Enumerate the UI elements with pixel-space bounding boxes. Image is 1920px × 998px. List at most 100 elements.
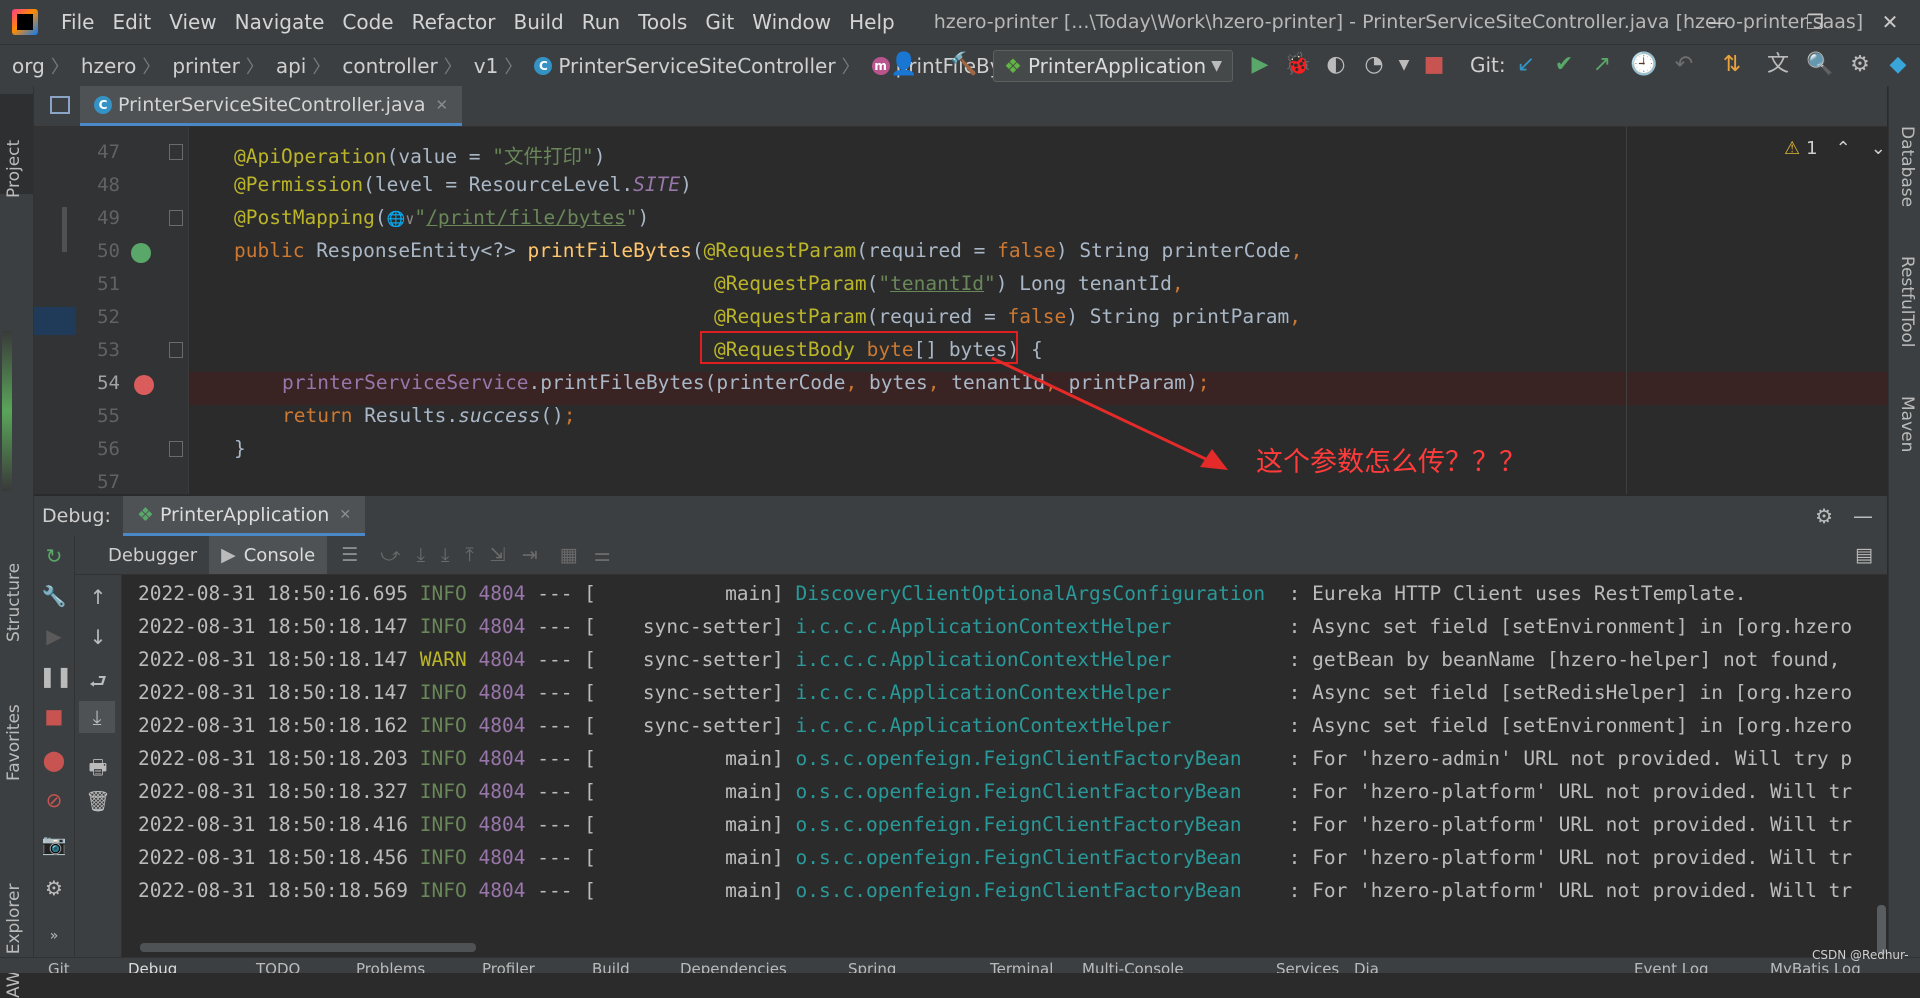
code-url-link[interactable]: /print/file/bytes bbox=[426, 206, 626, 229]
bottom-tab-event-log[interactable]: Event Log bbox=[1634, 960, 1709, 973]
console-vertical-scrollbar[interactable] bbox=[1876, 575, 1888, 957]
run-configuration-select[interactable]: ❖ PrinterApplication ▼ bbox=[993, 50, 1233, 82]
mute-breakpoints-icon[interactable]: ⊘ bbox=[39, 788, 69, 812]
hide-panel-icon[interactable]: — bbox=[1853, 504, 1873, 528]
menu-build[interactable]: Build bbox=[505, 10, 573, 34]
globe-dropdown-icon[interactable]: 🌐∨ bbox=[387, 210, 415, 228]
close-tab-icon[interactable]: ✕ bbox=[339, 507, 351, 523]
tab-console[interactable]: ▶ Console bbox=[209, 536, 328, 574]
fold-icon[interactable] bbox=[169, 144, 183, 160]
fold-icon[interactable] bbox=[169, 342, 183, 358]
history-icon[interactable]: 🕘 bbox=[1630, 52, 1658, 78]
search-icon[interactable]: 🔍 bbox=[1806, 52, 1834, 78]
debug-session-tab[interactable]: ❖ PrinterApplication ✕ bbox=[122, 496, 366, 536]
rollback-icon[interactable]: ↶ bbox=[1670, 52, 1698, 78]
aws-explorer-tool-tab[interactable]: AWS Explorer bbox=[4, 884, 24, 998]
structure-tool-tab[interactable]: Structure bbox=[4, 563, 24, 642]
debug-icon[interactable]: 🐞 bbox=[1284, 52, 1312, 78]
step-over-icon[interactable]: ⤓ bbox=[417, 544, 425, 566]
menu-navigate[interactable]: Navigate bbox=[226, 10, 334, 34]
tab-printer-service-site-controller[interactable]: C PrinterServiceSiteController.java ✕ bbox=[80, 86, 463, 126]
favorites-tool-tab[interactable]: Favorites bbox=[4, 704, 24, 781]
bottom-tab-terminal[interactable]: Terminal bbox=[990, 960, 1053, 973]
menu-window[interactable]: Window bbox=[743, 10, 840, 34]
resume-icon[interactable]: ▶ bbox=[39, 624, 69, 648]
view-breakpoints-icon[interactable]: ⬤ bbox=[39, 748, 69, 772]
fold-icon[interactable] bbox=[169, 210, 183, 226]
scroll-to-end-icon[interactable]: ⤓ bbox=[79, 701, 115, 733]
menu-file[interactable]: File bbox=[52, 10, 103, 34]
console-horizontal-scroll-thumb[interactable] bbox=[140, 943, 476, 952]
pause-icon[interactable]: ❚❚ bbox=[39, 664, 73, 688]
breadcrumb-controller[interactable]: controller bbox=[332, 54, 441, 78]
trace-icon[interactable]: ⚌ bbox=[594, 544, 611, 566]
minimize-icon[interactable]: — bbox=[1690, 0, 1746, 44]
bottom-tab-build[interactable]: Build bbox=[592, 960, 630, 973]
menu-refactor[interactable]: Refactor bbox=[403, 10, 505, 34]
endpoint-gutter-icon[interactable] bbox=[131, 243, 151, 263]
run-to-cursor-icon[interactable]: ⇥ bbox=[522, 544, 538, 566]
menu-help[interactable]: Help bbox=[840, 10, 904, 34]
restful-tool-tab[interactable]: RestfulTool bbox=[1897, 256, 1917, 348]
bottom-tab-dependencies[interactable]: Dependencies bbox=[680, 960, 787, 973]
plugin-icon[interactable]: ◆ bbox=[1884, 52, 1912, 78]
bottom-tab-debug[interactable]: Debug bbox=[128, 960, 177, 973]
maven-tool-tab[interactable]: Maven bbox=[1897, 396, 1917, 452]
build-hammer-icon[interactable]: 🔨 bbox=[950, 52, 978, 78]
soft-wrap-icon[interactable]: ⮐ bbox=[83, 667, 113, 701]
modify-config-icon[interactable]: 🔧 bbox=[39, 584, 69, 608]
menu-edit[interactable]: Edit bbox=[103, 10, 160, 34]
profiler-icon[interactable]: ◔ bbox=[1360, 52, 1388, 78]
clear-console-icon[interactable]: 🗑 bbox=[83, 789, 113, 813]
layout-settings-icon[interactable]: ▤ bbox=[1855, 544, 1873, 566]
fold-icon[interactable] bbox=[169, 441, 183, 457]
vcs-operations-icon[interactable]: ⇅ bbox=[1718, 52, 1746, 78]
menu-code[interactable]: Code bbox=[333, 10, 402, 34]
inspection-widget[interactable]: ⚠ 1 ⌃ ⌄ bbox=[1784, 138, 1886, 159]
bottom-tab-profiler[interactable]: Profiler bbox=[482, 960, 535, 973]
breadcrumb-v1[interactable]: v1 bbox=[464, 54, 503, 78]
bottom-tab-todo[interactable]: TODO bbox=[256, 960, 300, 973]
bottom-tab-dia[interactable]: Dia bbox=[1354, 960, 1379, 973]
menu-tools[interactable]: Tools bbox=[629, 10, 696, 34]
menu-view[interactable]: View bbox=[160, 10, 225, 34]
breadcrumb-printer[interactable]: printer bbox=[162, 54, 244, 78]
project-tool-tab[interactable]: Project bbox=[4, 140, 24, 198]
git-commit-icon[interactable]: ✔ bbox=[1550, 52, 1578, 78]
breakpoint-icon[interactable] bbox=[134, 375, 154, 395]
breadcrumb-hzero[interactable]: hzero bbox=[71, 54, 141, 78]
close-window-icon[interactable]: ✕ bbox=[1862, 0, 1918, 44]
bottom-tab-spring[interactable]: Spring bbox=[848, 960, 896, 973]
drop-frame-icon[interactable]: ⇲ bbox=[490, 544, 506, 566]
breadcrumb-class[interactable]: C PrinterServiceSiteController bbox=[524, 54, 839, 78]
stop-icon[interactable]: ■ bbox=[39, 704, 69, 728]
settings-gear-icon[interactable]: ⚙ bbox=[1846, 52, 1874, 78]
layout-menu-icon[interactable]: ☰ bbox=[341, 544, 358, 566]
step-into-icon[interactable]: ⤓ bbox=[441, 544, 449, 566]
git-push-icon[interactable]: ↗ bbox=[1588, 52, 1616, 78]
close-tab-icon[interactable]: ✕ bbox=[435, 96, 448, 114]
bottom-tab-git[interactable]: Git bbox=[48, 960, 70, 973]
tab-debugger[interactable]: Debugger bbox=[96, 545, 209, 566]
breadcrumb-api[interactable]: api bbox=[266, 54, 311, 78]
git-update-icon[interactable]: ↙ bbox=[1512, 52, 1540, 78]
run-icon[interactable]: ▶ bbox=[1246, 52, 1274, 78]
bottom-tab-problems[interactable]: Problems bbox=[356, 960, 425, 973]
camera-icon[interactable]: 📷 bbox=[39, 832, 69, 856]
stop-icon[interactable]: ■ bbox=[1420, 52, 1448, 78]
rerun-icon[interactable]: ↻ bbox=[39, 544, 69, 568]
step-out-icon[interactable]: ⤒ bbox=[465, 544, 473, 566]
user-icon[interactable]: 👤 bbox=[890, 52, 918, 78]
bottom-tab-services[interactable]: Services bbox=[1276, 960, 1339, 973]
settings-gear-icon[interactable]: ⚙ bbox=[1815, 504, 1833, 528]
chevron-down-icon[interactable]: ⌄ bbox=[1871, 138, 1886, 159]
console-output[interactable]: 2022-08-31 18:50:16.695 INFO 4804 --- [ … bbox=[122, 575, 1876, 957]
arrow-up-icon[interactable]: ↑ bbox=[83, 585, 113, 609]
breadcrumb-org[interactable]: org bbox=[0, 54, 49, 78]
database-tool-tab[interactable]: Database bbox=[1897, 126, 1917, 207]
coverage-icon[interactable]: ◐ bbox=[1322, 52, 1350, 78]
menu-run[interactable]: Run bbox=[573, 10, 629, 34]
more-icon[interactable]: » bbox=[39, 928, 69, 944]
menu-git[interactable]: Git bbox=[696, 10, 743, 34]
bottom-tab-multi-console[interactable]: Multi-Console bbox=[1082, 960, 1184, 973]
